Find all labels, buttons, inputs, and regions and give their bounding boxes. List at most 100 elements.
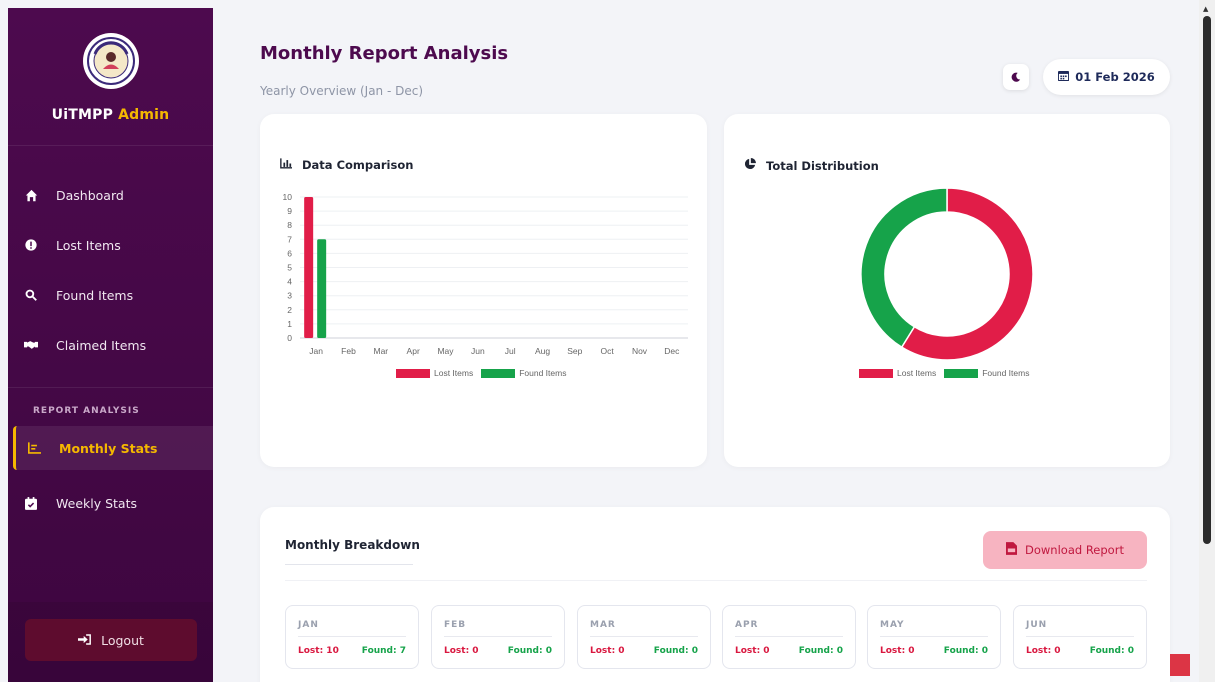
sidebar-item-label: Dashboard: [56, 187, 124, 203]
sidebar-section-heading: REPORT ANALYSIS: [33, 406, 140, 416]
legend-label-found: Found Items: [982, 368, 1030, 378]
month-found-count: Found: 7: [361, 646, 406, 656]
floating-widget[interactable]: [1170, 654, 1190, 676]
month-lost-count: Lost: 0: [1026, 646, 1061, 656]
month-found-count: Found: 0: [943, 646, 988, 656]
month-divider: [880, 636, 988, 637]
month-card-apr: APR Lost: 0 Found: 0: [722, 605, 856, 669]
month-divider: [1026, 636, 1134, 637]
total-distribution-title: Total Distribution: [744, 158, 879, 173]
sidebar-item-weekly-stats[interactable]: Weekly Stats: [8, 478, 213, 528]
moon-icon: [1011, 72, 1021, 82]
y-tick-label: 1: [287, 319, 292, 329]
logout-button[interactable]: Logout: [25, 619, 197, 661]
x-tick-label: Mar: [374, 346, 389, 356]
card-title-text: Total Distribution: [766, 158, 879, 173]
month-divider: [590, 636, 698, 637]
bar-chart-icon: [27, 441, 41, 455]
x-tick-label: Jul: [505, 346, 516, 356]
x-tick-label: Sep: [567, 346, 582, 356]
legend-label-lost: Lost Items: [434, 368, 474, 378]
y-tick-label: 6: [287, 248, 292, 258]
y-tick-label: 4: [287, 277, 292, 287]
breakdown-title: Monthly Breakdown: [285, 538, 420, 552]
calendar-icon: [1058, 70, 1070, 84]
y-tick-label: 0: [287, 333, 292, 343]
month-card-jun: JUN Lost: 0 Found: 0: [1013, 605, 1147, 669]
sidebar: UiTMPP Admin Dashboard Lost Items Found …: [8, 8, 213, 682]
sidebar-item-label: Found Items: [56, 287, 134, 303]
y-tick-label: 2: [287, 305, 292, 315]
y-tick-label: 10: [283, 192, 293, 202]
month-card-jan: JAN Lost: 10 Found: 7: [285, 605, 419, 669]
sidebar-item-dashboard[interactable]: Dashboard: [8, 170, 213, 220]
file-pdf-icon: [1006, 542, 1018, 558]
sidebar-item-lost-items[interactable]: Lost Items: [8, 220, 213, 270]
sidebar-item-label: Lost Items: [56, 237, 121, 253]
x-tick-label: May: [437, 346, 454, 356]
theme-toggle-button[interactable]: [1003, 64, 1029, 90]
sidebar-item-claimed-items[interactable]: Claimed Items: [8, 320, 213, 370]
donut-slice-found[interactable]: [860, 187, 948, 349]
y-tick-label: 7: [287, 234, 292, 244]
month-name: MAY: [880, 620, 905, 630]
data-comparison-title: Data Comparison: [280, 158, 413, 172]
sidebar-item-found-items[interactable]: Found Items: [8, 270, 213, 320]
pie-chart-icon: [744, 158, 756, 173]
x-tick-label: Oct: [601, 346, 615, 356]
legend-swatch-found: [481, 368, 516, 378]
lost-and-found-logo-icon: [86, 37, 135, 85]
month-found-count: Found: 0: [507, 646, 552, 656]
legend-swatch-found: [944, 368, 979, 378]
month-name: APR: [735, 620, 759, 630]
scrollbar-thumb[interactable]: [1203, 16, 1211, 544]
x-tick-label: Apr: [407, 346, 420, 356]
x-tick-label: Jan: [309, 346, 323, 356]
logout-label: Logout: [101, 632, 144, 648]
scroll-up-arrow-icon[interactable]: ▲: [1203, 5, 1208, 13]
brand-accent: Admin: [118, 107, 170, 123]
search-icon: [24, 288, 38, 302]
logout-area: Logout: [8, 602, 213, 682]
page-title: Monthly Report Analysis: [260, 43, 509, 64]
month-found-count: Found: 0: [653, 646, 698, 656]
download-report-button[interactable]: Download Report: [983, 531, 1147, 569]
brand-name: UiTMPP: [51, 107, 114, 123]
y-tick-label: 8: [287, 220, 292, 230]
sidebar-item-label: Claimed Items: [56, 337, 147, 353]
month-lost-count: Lost: 0: [444, 646, 479, 656]
x-tick-label: Dec: [664, 346, 680, 356]
sidebar-item-monthly-stats[interactable]: Monthly Stats: [13, 426, 213, 470]
card-title-text: Data Comparison: [302, 158, 414, 172]
bar-lost-jan[interactable]: [304, 197, 314, 338]
month-name: FEB: [444, 620, 467, 630]
brand-logo: [82, 33, 139, 89]
brand: UiTMPP Admin: [8, 8, 213, 146]
alert-circle-icon: [24, 238, 38, 252]
month-card-may: MAY Lost: 0 Found: 0: [867, 605, 1001, 669]
x-tick-label: Jun: [471, 346, 485, 356]
date-text: 01 Feb 2026: [1075, 70, 1155, 84]
brand-title: UiTMPP Admin: [52, 107, 170, 123]
bar-chart-icon: [280, 158, 292, 172]
month-divider: [735, 636, 843, 637]
x-tick-label: Feb: [341, 346, 356, 356]
bar-chart: 109876543210Jan Feb Mar Apr May Jun Jul Aug Sep O…: [283, 192, 688, 356]
calendar-check-icon: [24, 496, 38, 510]
x-tick-label: Aug: [535, 346, 550, 356]
month-found-count: Found: 0: [798, 646, 843, 656]
donut-chart-legend: Lost Items Found Items: [859, 368, 1037, 378]
month-card-feb: FEB Lost: 0 Found: 0: [431, 605, 565, 669]
donut-chart: [860, 187, 1034, 361]
month-divider: [298, 636, 406, 637]
bar-found-jan[interactable]: [317, 239, 327, 338]
sidebar-item-label: Weekly Stats: [56, 495, 137, 511]
x-tick-label: Nov: [632, 346, 648, 356]
month-found-count: Found: 0: [1089, 646, 1134, 656]
home-icon: [24, 188, 38, 202]
y-tick-label: 5: [287, 263, 292, 273]
sidebar-nav: Dashboard Lost Items Found Items Claimed…: [8, 146, 213, 528]
y-tick-label: 9: [287, 206, 292, 216]
page-subtitle: Yearly Overview (Jan - Dec): [260, 84, 424, 98]
sign-out-icon: [78, 633, 92, 648]
